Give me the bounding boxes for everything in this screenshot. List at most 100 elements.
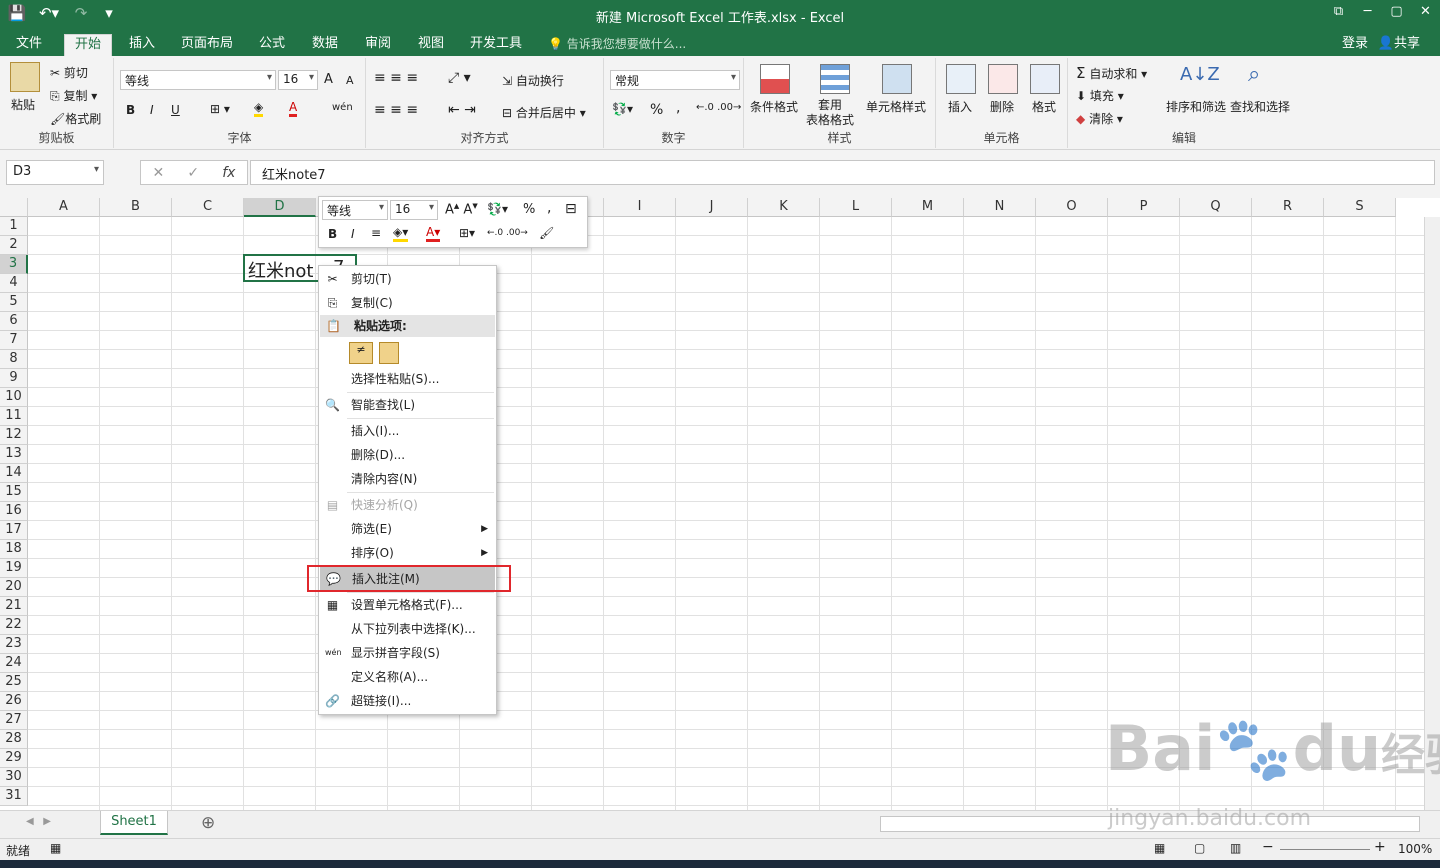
format-cells-button[interactable]: 格式 <box>1032 98 1056 115</box>
sort-filter-icon[interactable]: A↓Z <box>1180 64 1220 85</box>
row-header-15[interactable]: 15 <box>0 483 28 502</box>
autosum-button[interactable]: Σ 自动求和 ▾ <box>1076 64 1147 82</box>
conditional-format-button[interactable]: 条件格式 <box>750 98 798 115</box>
insert-cells-icon[interactable] <box>946 64 976 94</box>
delete-cells-icon[interactable] <box>988 64 1018 94</box>
row-header-25[interactable]: 25 <box>0 673 28 692</box>
tab-developer[interactable]: 开发工具 <box>460 34 532 56</box>
conditional-format-icon[interactable] <box>760 64 790 94</box>
font-color-icon[interactable]: A <box>289 100 298 117</box>
row-header-6[interactable]: 6 <box>0 312 28 331</box>
menu-sort[interactable]: 排序(O) ▶ <box>319 541 496 565</box>
zoom-level[interactable]: 100% <box>1398 842 1432 856</box>
row-header-29[interactable]: 29 <box>0 749 28 768</box>
fill-color-icon[interactable]: ◈ <box>254 100 264 117</box>
menu-cut[interactable]: ✂ 剪切(T) <box>319 267 496 291</box>
row-header-2[interactable]: 2 <box>0 236 28 255</box>
page-layout-view-icon[interactable]: ▢ <box>1194 841 1205 855</box>
row-header-17[interactable]: 17 <box>0 521 28 540</box>
mini-format-icon[interactable]: ⊟ <box>565 201 577 217</box>
paste-option-formatting-icon[interactable]: ≠ <box>349 342 373 364</box>
column-header-l[interactable]: L <box>820 198 892 217</box>
row-header-12[interactable]: 12 <box>0 426 28 445</box>
menu-copy[interactable]: ⎘ 复制(C) <box>319 291 496 315</box>
mini-align-icon[interactable]: ≡ <box>371 226 381 240</box>
menu-delete[interactable]: 删除(D)... <box>319 443 496 467</box>
row-header-9[interactable]: 9 <box>0 369 28 388</box>
row-header-14[interactable]: 14 <box>0 464 28 483</box>
row-header-5[interactable]: 5 <box>0 293 28 312</box>
column-header-o[interactable]: O <box>1036 198 1108 217</box>
column-header-a[interactable]: A <box>28 198 100 217</box>
borders-icon[interactable]: ⊞ ▾ <box>210 102 230 116</box>
paste-option-paste-icon[interactable] <box>379 342 399 364</box>
sheet-tab-sheet1[interactable]: Sheet1 <box>100 811 168 835</box>
font-name-select[interactable]: 等线 <box>120 70 276 90</box>
menu-show-phonetic[interactable]: wén 显示拼音字段(S) <box>319 641 496 665</box>
menu-filter[interactable]: 筛选(E) ▶ <box>319 517 496 541</box>
menu-clear-contents[interactable]: 清除内容(N) <box>319 467 496 491</box>
cell-styles-icon[interactable] <box>882 64 912 94</box>
sign-in-link[interactable]: 登录 <box>1342 34 1368 54</box>
fx-icon[interactable]: fx <box>222 165 235 181</box>
column-header-q[interactable]: Q <box>1180 198 1252 217</box>
tab-file[interactable]: 文件 <box>6 34 52 56</box>
mini-fill-color-icon[interactable]: ◈▾ <box>393 225 409 242</box>
delete-cells-button[interactable]: 删除 <box>990 98 1014 115</box>
restore-icon[interactable]: ▢ <box>1382 0 1411 26</box>
column-header-d[interactable]: D <box>244 198 316 217</box>
formula-input[interactable]: 红米note7 <box>250 160 1435 185</box>
decimal-icon[interactable]: ←.0 .00→ <box>696 102 741 113</box>
paste-button[interactable]: 粘贴 <box>11 96 35 113</box>
row-header-7[interactable]: 7 <box>0 331 28 350</box>
paste-icon[interactable] <box>10 62 40 92</box>
format-cells-icon[interactable] <box>1030 64 1060 94</box>
column-header-k[interactable]: K <box>748 198 820 217</box>
tab-home[interactable]: 开始 <box>64 34 113 56</box>
menu-paste-special[interactable]: 选择性粘贴(S)... <box>319 367 496 391</box>
fill-button[interactable]: ⬇ 填充 ▾ <box>1076 87 1124 104</box>
macro-record-icon[interactable]: ▦ <box>50 841 61 855</box>
menu-hyperlink[interactable]: 🔗 超链接(I)... <box>319 689 496 713</box>
mini-italic-button[interactable]: I <box>351 227 355 241</box>
column-header-b[interactable]: B <box>100 198 172 217</box>
enter-icon[interactable]: ✓ <box>187 165 199 181</box>
row-header-13[interactable]: 13 <box>0 445 28 464</box>
italic-button[interactable]: I <box>150 103 154 117</box>
number-format-select[interactable]: 常规 <box>610 70 740 90</box>
tab-data[interactable]: 数据 <box>302 34 348 56</box>
sheet-nav-arrows-icon[interactable]: ◀ ▶ <box>26 816 51 827</box>
tab-formulas[interactable]: 公式 <box>249 34 295 56</box>
column-header-i[interactable]: I <box>604 198 676 217</box>
row-header-26[interactable]: 26 <box>0 692 28 711</box>
percent-button[interactable]: % <box>650 102 663 118</box>
menu-smart-lookup[interactable]: 🔍 智能查找(L) <box>319 393 496 417</box>
mini-comma-button[interactable]: , <box>547 200 551 216</box>
normal-view-icon[interactable]: ▦ <box>1154 841 1165 855</box>
row-header-11[interactable]: 11 <box>0 407 28 426</box>
mini-grow-font-icon[interactable]: A▲ A▼ <box>445 202 478 217</box>
name-box[interactable]: D3 <box>6 160 104 185</box>
mini-borders-icon[interactable]: ⊞▾ <box>459 226 475 240</box>
column-header-s[interactable]: S <box>1324 198 1396 217</box>
row-header-21[interactable]: 21 <box>0 597 28 616</box>
row-header-18[interactable]: 18 <box>0 540 28 559</box>
menu-pick-from-list[interactable]: 从下拉列表中选择(K)... <box>319 617 496 641</box>
bold-button[interactable]: B <box>126 103 135 117</box>
row-header-23[interactable]: 23 <box>0 635 28 654</box>
sort-filter-button[interactable]: 排序和筛选 <box>1166 98 1226 115</box>
column-header-j[interactable]: J <box>676 198 748 217</box>
comma-button[interactable]: , <box>676 100 680 116</box>
font-size-select[interactable]: 16 <box>278 70 318 90</box>
find-select-icon[interactable]: ⌕ <box>1248 62 1260 87</box>
row-header-22[interactable]: 22 <box>0 616 28 635</box>
add-sheet-icon[interactable]: ⊕ <box>201 813 215 833</box>
tab-insert[interactable]: 插入 <box>119 34 165 56</box>
tab-page-layout[interactable]: 页面布局 <box>171 34 243 56</box>
row-header-8[interactable]: 8 <box>0 350 28 369</box>
mini-percent-button[interactable]: % <box>523 202 535 217</box>
mini-size-select[interactable]: 16 <box>390 200 438 220</box>
cut-button[interactable]: ✂ 剪切 <box>50 64 88 81</box>
page-break-view-icon[interactable]: ▥ <box>1230 841 1241 855</box>
row-header-10[interactable]: 10 <box>0 388 28 407</box>
